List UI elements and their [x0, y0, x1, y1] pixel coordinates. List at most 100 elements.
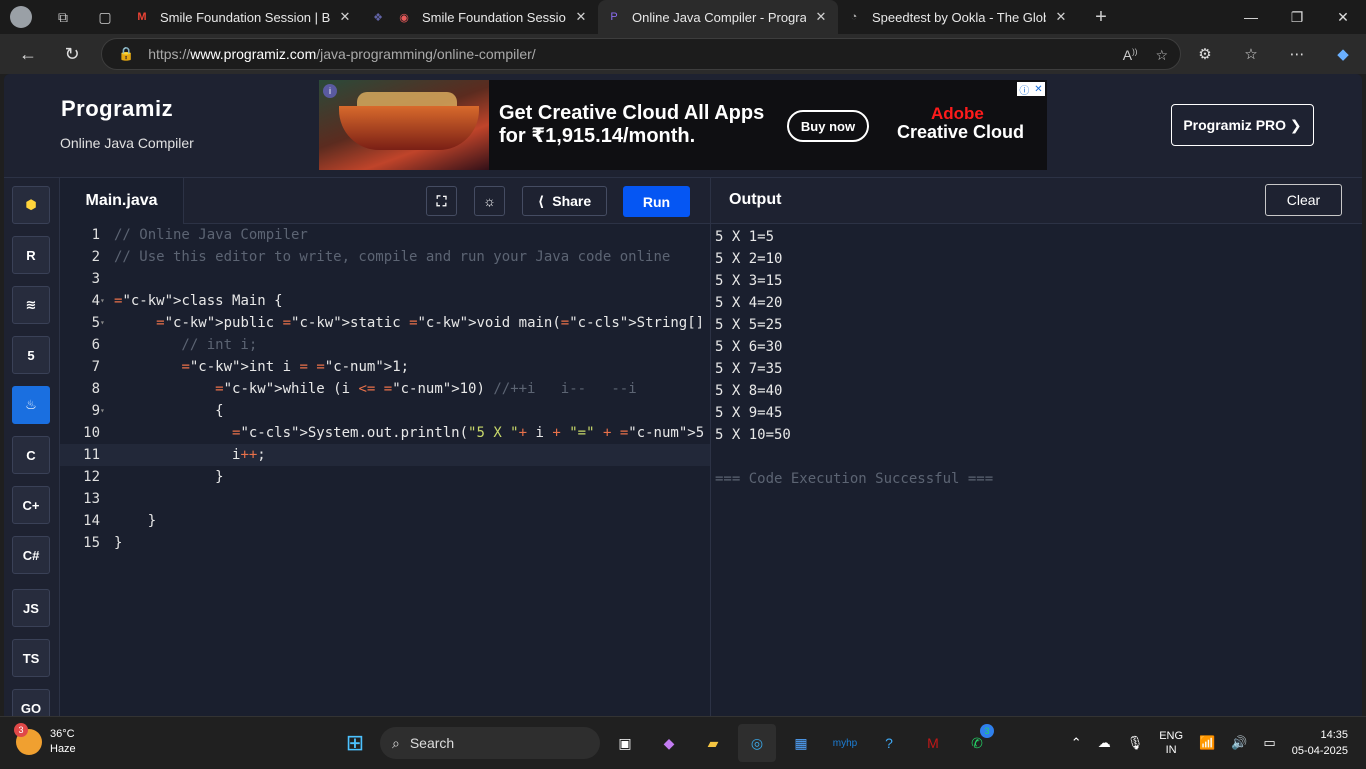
tab-gmail[interactable]: M Smile Foundation Session | Batch ✕: [126, 0, 362, 34]
fullscreen-icon[interactable]: ⛶: [426, 186, 457, 216]
volume-icon[interactable]: 🔊: [1223, 735, 1255, 751]
file-explorer-icon[interactable]: ▰: [694, 724, 732, 762]
lang-java-icon[interactable]: ♨: [12, 386, 50, 424]
code-area[interactable]: 1 // Online Java Compiler 2 // Use this edi…: [60, 224, 772, 716]
output-title: Output: [729, 191, 782, 208]
line-source: // Use this editor to write, compile and…: [114, 249, 671, 265]
lang-python-icon[interactable]: ⬢: [12, 186, 50, 224]
battery-icon[interactable]: ▭: [1255, 735, 1283, 751]
run-button[interactable]: Run: [623, 186, 690, 217]
share-button[interactable]: ⟨ Share: [522, 186, 607, 216]
refresh-icon[interactable]: ↻: [52, 38, 92, 70]
onedrive-icon[interactable]: ☁: [1090, 735, 1119, 751]
start-windows-icon[interactable]: ⊞: [336, 724, 374, 762]
ad-close-icon[interactable]: ⓘ ✕: [1017, 82, 1045, 97]
clock[interactable]: 14:35 05-04-2025: [1284, 727, 1366, 759]
copilot-taskbar-icon[interactable]: ◆: [650, 724, 688, 762]
file-tab-main-java[interactable]: Main.java: [60, 178, 184, 224]
code-line[interactable]: 12 }: [60, 466, 710, 488]
output-console: 5 X 1=5 5 X 2=10 5 X 3=15 5 X 4=20 5 X 5=25 5…: [715, 226, 993, 490]
close-tab-icon[interactable]: ✕: [812, 9, 830, 25]
line-source: {: [114, 403, 224, 419]
clear-button[interactable]: Clear: [1265, 184, 1342, 216]
lang-html-icon[interactable]: 5: [12, 336, 50, 374]
whatsapp-badge: 3: [980, 724, 994, 738]
help-icon[interactable]: ?: [870, 724, 908, 762]
line-number: 4: [91, 293, 100, 309]
input-language[interactable]: ENG IN: [1151, 729, 1191, 757]
code-line[interactable]: 13: [60, 488, 710, 510]
code-line[interactable]: 3: [60, 268, 710, 290]
code-line[interactable]: 1 // Online Java Compiler: [60, 224, 710, 246]
extensions-icon[interactable]: ⚙: [1182, 34, 1228, 74]
wifi-icon[interactable]: 📶: [1191, 735, 1223, 751]
programiz-logo[interactable]: Programiz: [61, 96, 173, 122]
code-line[interactable]: 4 ▾ ="c-kw">class Main {: [60, 290, 710, 312]
address-bar-row: ← ↻ 🔒 https://www.programiz.com/java-pro…: [0, 34, 1366, 74]
line-number: 11: [83, 447, 100, 463]
lang-go-icon[interactable]: GO: [12, 689, 50, 716]
profile-avatar-icon[interactable]: [8, 4, 34, 30]
mcafee-icon[interactable]: M: [914, 724, 952, 762]
lang-r-icon[interactable]: R: [12, 236, 50, 274]
close-window-icon[interactable]: ✕: [1320, 0, 1366, 34]
url-bar[interactable]: 🔒 https://www.programiz.com/java-program…: [101, 38, 1181, 70]
restore-icon[interactable]: ❐: [1274, 0, 1320, 34]
code-line[interactable]: 5 ▾ ="c-kw">public ="c-kw">static ="c-kw"…: [60, 312, 772, 334]
new-tab-icon[interactable]: +: [1088, 4, 1114, 30]
fold-toggle-icon[interactable]: ▾: [100, 290, 110, 312]
code-line[interactable]: 14 }: [60, 510, 710, 532]
copilot-icon[interactable]: ◆: [1320, 34, 1366, 74]
url-prefix: https://: [148, 46, 191, 62]
edge-browser-icon[interactable]: ◎: [738, 724, 776, 762]
ad-buy-button[interactable]: Buy now: [787, 110, 869, 142]
read-aloud-icon[interactable]: A)): [1123, 47, 1138, 63]
microsoft-store-icon[interactable]: ▦: [782, 724, 820, 762]
task-view-icon[interactable]: ▣: [606, 724, 644, 762]
workspaces-icon[interactable]: ⧉: [50, 4, 76, 30]
taskbar-search[interactable]: ⌕ Search: [380, 727, 600, 759]
close-tab-icon[interactable]: ✕: [1052, 9, 1070, 25]
lang-csharp-icon[interactable]: C#: [12, 536, 50, 574]
speedtest-icon: ◔: [850, 11, 858, 23]
ad-banner[interactable]: i Get Creative Cloud All Apps for ₹1,915…: [319, 80, 1047, 170]
code-line[interactable]: 9 ▾ {: [60, 400, 710, 422]
microphone-icon[interactable]: 🎙: [1119, 735, 1152, 751]
code-line[interactable]: 11 i++;: [60, 444, 710, 466]
lang-sql-icon[interactable]: ≋: [12, 286, 50, 324]
code-line[interactable]: 8 ="c-kw">while (i <= ="c-num">10) //++i…: [60, 378, 710, 400]
tab-speedtest[interactable]: ◔ Speedtest by Ookla - The Global I ✕: [838, 0, 1078, 34]
code-line[interactable]: 7 ="c-kw">int i = ="c-num">1;: [60, 356, 710, 378]
output-line: 5 X 4=20: [715, 295, 783, 311]
vertical-tabs-icon[interactable]: ▢: [92, 4, 118, 30]
programiz-pro-button[interactable]: Programiz PRO ❯: [1171, 104, 1314, 146]
weather-widget[interactable]: 3 36°C Haze: [14, 723, 76, 757]
code-line[interactable]: 6 // int i;: [60, 334, 710, 356]
show-hidden-icons-icon[interactable]: ⌃: [1063, 735, 1090, 751]
back-icon[interactable]: ←: [8, 38, 48, 70]
lang-c-icon[interactable]: C: [12, 436, 50, 474]
tab-smile-session[interactable]: ❖ ◉ Smile Foundation Session | B ✕: [362, 0, 598, 34]
lang-cpp-icon[interactable]: C+: [12, 486, 50, 524]
tab-programiz[interactable]: P Online Java Compiler - Programiz ✕: [598, 0, 838, 34]
fold-toggle-icon[interactable]: ▾: [100, 400, 110, 422]
myhp-icon[interactable]: myhp: [826, 724, 864, 762]
favorites-icon[interactable]: ☆: [1228, 34, 1274, 74]
theme-toggle-icon[interactable]: ☼: [474, 186, 505, 216]
lang-ts-icon[interactable]: TS: [12, 639, 50, 677]
tab-title: Online Java Compiler - Programiz: [632, 9, 806, 25]
code-line[interactable]: 15}: [60, 532, 710, 554]
minimize-icon[interactable]: —: [1228, 0, 1274, 34]
more-menu-icon[interactable]: ⋯: [1274, 34, 1320, 74]
favorite-star-icon[interactable]: ☆: [1155, 47, 1168, 64]
code-line[interactable]: 10 ="c-cls">System.out.println("5 X "+ i…: [60, 422, 755, 444]
fold-toggle-icon[interactable]: ▾: [100, 312, 110, 334]
search-label: Search: [409, 735, 455, 751]
ad-choices-icon[interactable]: i: [323, 84, 337, 98]
whatsapp-icon[interactable]: ✆ 3: [958, 724, 996, 762]
code-line[interactable]: 2 // Use this editor to write, compile an…: [60, 246, 710, 268]
line-number: 6: [91, 337, 100, 353]
close-tab-icon[interactable]: ✕: [336, 9, 354, 25]
lang-js-icon[interactable]: JS: [12, 589, 50, 627]
close-tab-icon[interactable]: ✕: [572, 9, 590, 25]
